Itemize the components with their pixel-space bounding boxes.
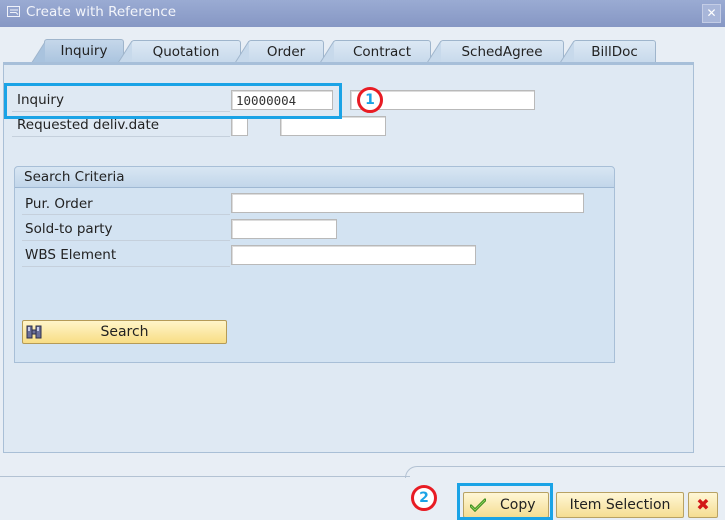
dialog-title: Create with Reference: [26, 4, 177, 20]
tab-label: Order: [266, 44, 306, 60]
cancel-button[interactable]: ✖: [688, 492, 718, 518]
tab-label: BillDoc: [591, 44, 638, 60]
tab-label: Contract: [352, 44, 412, 60]
sold-to-party-field[interactable]: [231, 219, 337, 239]
tab-slant: [560, 41, 574, 63]
row-separator: [22, 240, 230, 241]
tab-inquiry[interactable]: Inquiry: [31, 39, 124, 64]
row-separator: [12, 136, 230, 137]
requested-deliv-date-format-field[interactable]: [231, 116, 248, 136]
item-selection-button[interactable]: Item Selection: [556, 492, 684, 518]
tab-label: Inquiry: [60, 43, 108, 59]
tab-label: SchedAgree: [461, 44, 543, 60]
pur-order-field[interactable]: [231, 193, 584, 213]
step-2-badge: 2: [411, 485, 437, 511]
tab-order[interactable]: Order: [235, 40, 324, 63]
wbs-element-label: WBS Element: [25, 247, 117, 263]
tab-schedagree[interactable]: SchedAgree: [427, 40, 564, 63]
tab-billdoc[interactable]: BillDoc: [560, 40, 656, 63]
tab-quotation[interactable]: Quotation: [118, 40, 241, 63]
tab-slant: [118, 41, 132, 63]
pur-order-label: Pur. Order: [25, 196, 93, 212]
row-separator: [22, 266, 230, 267]
search-button[interactable]: Search: [22, 320, 227, 344]
row-separator: [22, 214, 230, 215]
tab-slant: [320, 41, 334, 63]
highlight-copy-box: [457, 483, 553, 520]
tab-slant: [235, 41, 249, 63]
footer-separator: [0, 476, 410, 477]
search-criteria-title: Search Criteria: [15, 167, 614, 188]
wbs-element-field[interactable]: [231, 245, 476, 265]
step-1-badge: 1: [357, 87, 383, 113]
tab-contract[interactable]: Contract: [320, 40, 431, 63]
close-icon[interactable]: ✕: [702, 4, 721, 23]
dialog-titlebar: Create with Reference ✕: [0, 0, 725, 27]
create-reference-icon: [7, 6, 20, 17]
tab-label: Quotation: [152, 44, 220, 60]
cancel-x-icon: ✖: [696, 495, 710, 514]
sold-to-party-label: Sold-to party: [25, 221, 113, 237]
requested-deliv-date-field[interactable]: [280, 116, 386, 136]
requested-deliv-date-label: Requested deliv.date: [17, 117, 160, 133]
footer-separator-curve: [405, 466, 725, 478]
highlight-inquiry-box: [4, 83, 342, 119]
tab-slant: [31, 42, 45, 64]
search-button-label: Search: [100, 324, 149, 340]
tab-slant: [427, 41, 441, 63]
